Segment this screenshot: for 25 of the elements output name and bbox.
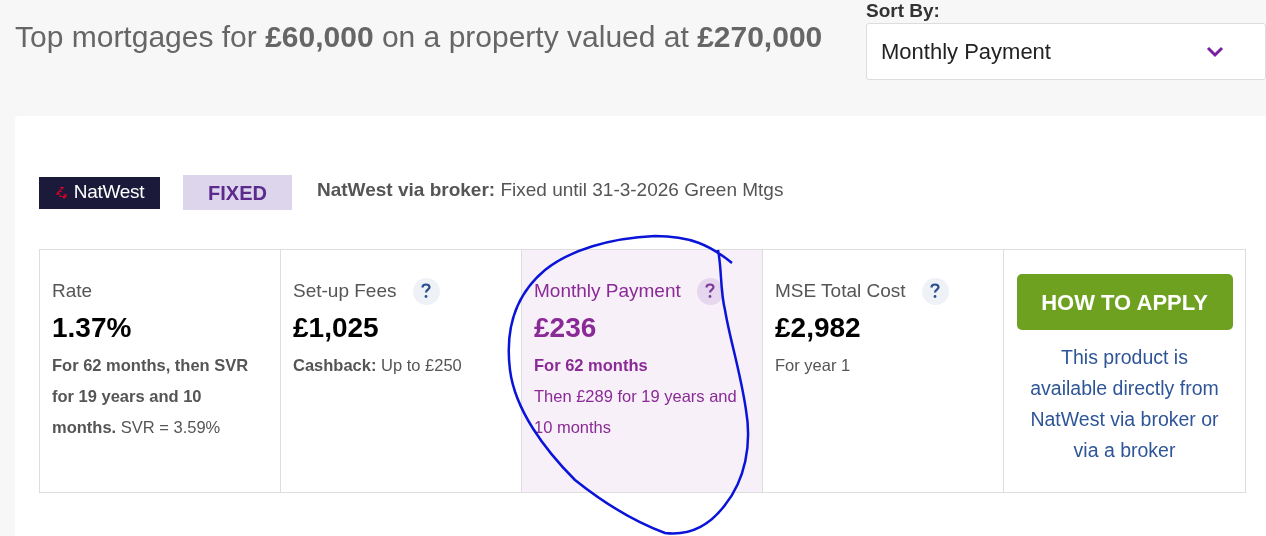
column-label: Monthly Payment bbox=[534, 278, 681, 303]
sort-dropdown[interactable]: Monthly Payment bbox=[866, 23, 1266, 80]
results-heading: Top mortgages for £60,000 on a property valued at £270,000 bbox=[15, 19, 824, 55]
help-icon[interactable] bbox=[921, 277, 949, 305]
column-value: 1.37% bbox=[52, 311, 133, 345]
help-icon[interactable] bbox=[696, 277, 724, 305]
help-icon[interactable] bbox=[412, 277, 440, 305]
column-value: £2,982 bbox=[775, 311, 862, 345]
column-note: Cashback: Up to £250 bbox=[293, 355, 463, 376]
lender-logo: NatWest bbox=[39, 176, 160, 209]
logo-mark-icon bbox=[54, 185, 69, 200]
column-note: For year 1 bbox=[775, 355, 852, 376]
column-label: MSE Total Cost bbox=[775, 278, 906, 303]
sort-label: Sort By: bbox=[866, 0, 941, 22]
column-note: For 62 months, then SVR for 19 years and 10 months. SVR = 3.59% bbox=[52, 355, 250, 438]
availability-note: This product is available directly from NatWest via broker or via a broker bbox=[1029, 345, 1220, 463]
column-note: For 62 months bbox=[534, 355, 649, 376]
column-label: Rate bbox=[52, 278, 93, 303]
fixed-rate-badge: FIXED bbox=[183, 175, 292, 210]
chevron-down-icon bbox=[1206, 45, 1224, 58]
column-note: Then £289 for 19 years and 10 months bbox=[534, 386, 738, 438]
column-label: Set-up Fees bbox=[293, 278, 397, 303]
product-description: NatWest via broker: Fixed until 31-3-2026 Green Mtgs bbox=[317, 178, 784, 203]
column-value: £236 bbox=[534, 311, 598, 345]
column-value: £1,025 bbox=[293, 311, 380, 345]
